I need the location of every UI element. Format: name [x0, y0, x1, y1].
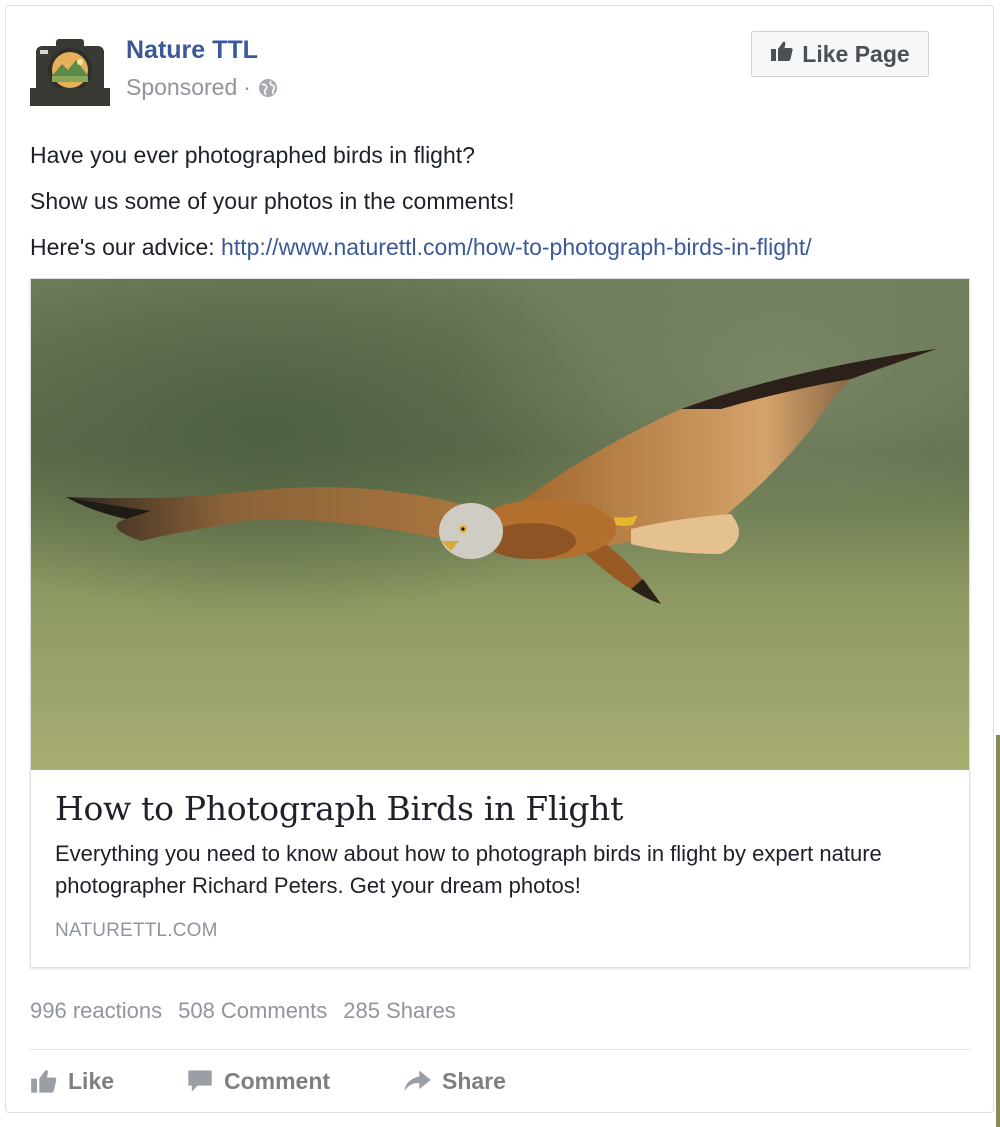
thumbs-up-icon [30, 1068, 58, 1094]
comment-button[interactable]: Comment [186, 1068, 402, 1095]
nature-ttl-logo [30, 30, 110, 110]
actions-divider [30, 1049, 970, 1050]
post-text-line-3: Here's our advice: http://www.naturettl.… [30, 224, 812, 270]
share-button[interactable]: Share [402, 1068, 506, 1095]
advice-prefix: Here's our advice: [30, 234, 222, 260]
sponsored-label[interactable]: Sponsored [126, 74, 237, 101]
link-title[interactable]: How to Photograph Birds in Flight [55, 789, 945, 828]
post-text-line-2: Show us some of your photos in the comme… [30, 188, 515, 214]
link-preview-card[interactable]: How to Photograph Birds in Flight Everyt… [30, 278, 970, 968]
reactions-count[interactable]: 996 reactions [30, 998, 162, 1024]
engagement-stats: 996 reactions 508 Comments 285 Shares [30, 998, 456, 1024]
comments-count[interactable]: 508 Comments [178, 998, 327, 1024]
page-avatar[interactable] [30, 30, 110, 110]
comment-label: Comment [224, 1067, 331, 1094]
thumbs-up-icon [770, 40, 794, 68]
post-body-text: Have you ever photographed birds in flig… [30, 132, 812, 270]
link-domain: NATURETTL.COM [55, 920, 218, 941]
globe-icon[interactable] [257, 77, 279, 99]
share-label: Share [442, 1067, 506, 1094]
like-label: Like [68, 1067, 115, 1094]
post-meta: Sponsored · [126, 74, 279, 101]
share-icon [402, 1068, 432, 1094]
link-preview-body: How to Photograph Birds in Flight Everyt… [55, 789, 945, 942]
meta-separator: · [243, 74, 251, 100]
advice-link[interactable]: http://www.naturettl.com/how-to-photogra… [221, 234, 812, 260]
like-page-button[interactable]: Like Page [751, 31, 929, 77]
post-actions-bar: Like Comment Share [30, 1060, 506, 1102]
shares-count[interactable]: 285 Shares [343, 998, 456, 1024]
like-page-label: Like Page [802, 40, 910, 67]
like-button[interactable]: Like [30, 1068, 186, 1095]
bird-in-flight-photo[interactable] [31, 279, 969, 770]
post-text-line-1: Have you ever photographed birds in flig… [30, 142, 475, 168]
background-edge [996, 735, 1000, 1127]
link-description: Everything you need to know about how to… [55, 841, 882, 898]
comment-icon [186, 1068, 214, 1094]
page-name-link[interactable]: Nature TTL [126, 36, 258, 65]
